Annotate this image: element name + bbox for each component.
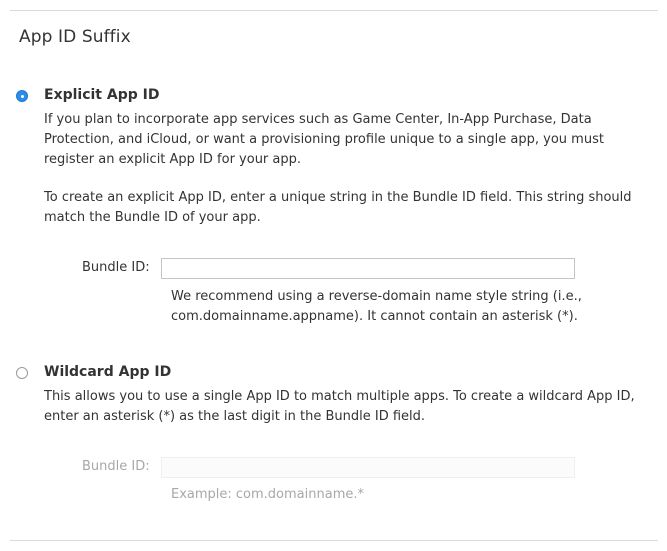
- radio-selected-dot: [20, 94, 24, 98]
- explicit-bundle-id-input[interactable]: [161, 258, 575, 279]
- wildcard-bundle-id-label: Bundle ID:: [82, 459, 150, 474]
- section-title: App ID Suffix: [19, 27, 131, 47]
- bottom-divider: [10, 540, 658, 541]
- wildcard-app-id-radio[interactable]: [16, 367, 28, 379]
- top-divider: [10, 10, 658, 11]
- explicit-description-1: If you plan to incorporate app services …: [44, 112, 604, 167]
- wildcard-description: This allows you to use a single App ID t…: [44, 389, 635, 424]
- explicit-bundle-id-label: Bundle ID:: [82, 260, 150, 275]
- explicit-description-2: To create an explicit App ID, enter a un…: [44, 190, 632, 225]
- explicit-app-id-radio[interactable]: [16, 90, 28, 102]
- explicit-app-id-label[interactable]: Explicit App ID: [44, 87, 159, 103]
- wildcard-app-id-label[interactable]: Wildcard App ID: [44, 364, 171, 380]
- explicit-bundle-id-hint: We recommend using a reverse-domain name…: [171, 289, 582, 324]
- wildcard-bundle-id-input[interactable]: [161, 457, 575, 478]
- wildcard-bundle-id-hint: Example: com.domainname.*: [171, 487, 364, 502]
